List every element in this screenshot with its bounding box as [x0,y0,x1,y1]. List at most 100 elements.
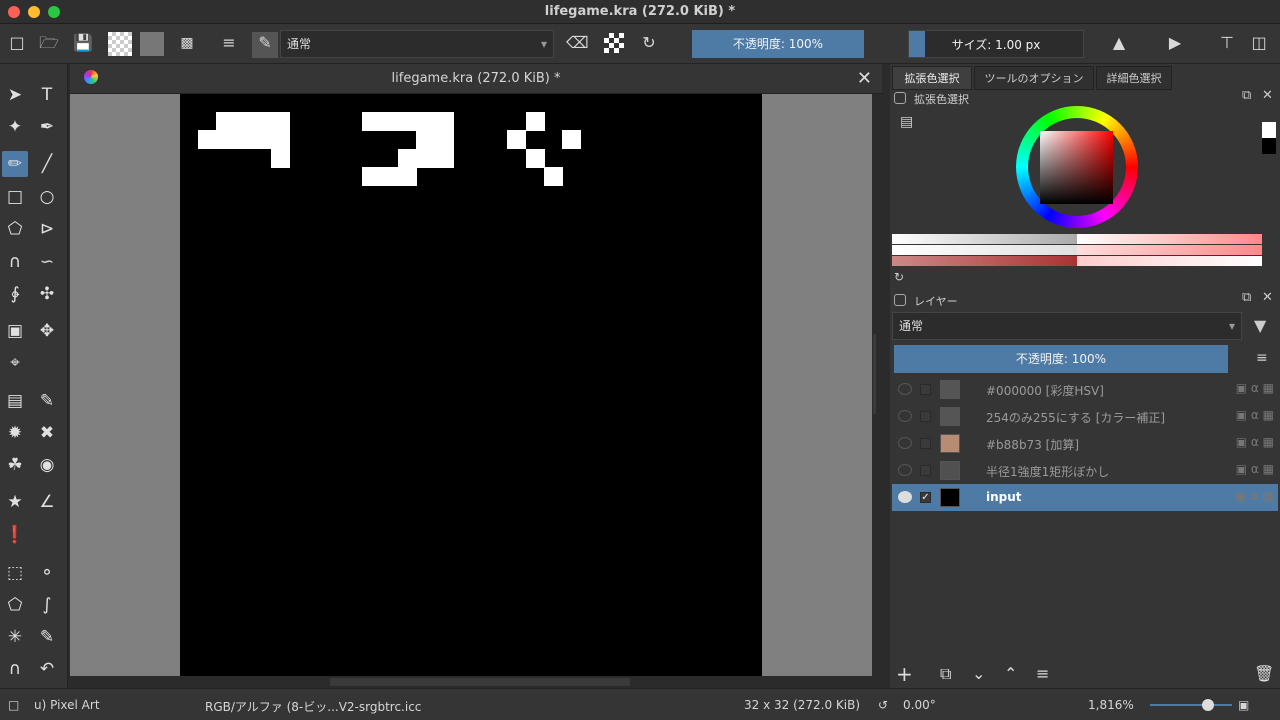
pattern-picker-icon[interactable] [140,32,164,56]
document-tab[interactable]: lifegame.kra (272.0 KiB) * ✕ [70,64,882,94]
smart-patch-tool-icon[interactable]: ✖ [34,420,60,446]
colorize-mask-tool-icon[interactable]: ✹ [2,420,28,446]
reference-images-tool-icon[interactable]: ❗ [2,522,28,548]
visibility-icon[interactable] [898,464,912,476]
rotate-icon[interactable]: ↺ [878,698,888,712]
layer-properties-icon[interactable]: ≡ [1036,664,1049,683]
close-panel-icon[interactable]: ✕ [1262,88,1273,103]
mirror-vertical-icon[interactable]: ▶ [1164,32,1186,54]
layer-opacity-slider[interactable]: 不透明度: 100% [894,345,1228,373]
move-layer-down-icon[interactable]: ⌄ [972,664,985,683]
tab-advanced-color-selector[interactable]: 拡張色選択 [892,66,972,90]
canvas-area[interactable] [70,94,872,676]
new-document-icon[interactable]: □ [6,32,28,54]
dynamic-brush-tool-icon[interactable]: ∲ [2,281,28,307]
duplicate-layer-icon[interactable]: ⧉ [940,664,951,684]
layer-lock-alpha-icons[interactable]: ▣ α ▦ [1236,435,1274,449]
delete-layer-icon[interactable]: 🗑 [1254,664,1274,683]
brush-settings-icon[interactable]: ≡ [218,32,240,54]
gradient-tool-icon[interactable]: ▤ [2,388,28,414]
fullscreen-icon[interactable]: ▣ [1238,698,1249,712]
open-document-icon[interactable]: 🗁 [38,32,60,54]
polyline-tool-icon[interactable]: ⊳ [34,216,60,242]
add-layer-icon[interactable]: + [896,662,913,686]
multibrush-tool-icon[interactable]: ✣ [34,281,60,307]
saturation-value-square[interactable] [1040,131,1113,204]
blend-mode-select[interactable]: 通常 ▾ [280,30,554,58]
float-layers-panel-icon[interactable]: ⧉ [1242,290,1251,305]
layer-lock-alpha-icons[interactable]: ▣ α ▦ [1236,462,1274,476]
select-shapes-tool-icon[interactable]: ➤ [2,82,28,108]
alpha-lock-icon[interactable] [604,33,624,53]
layer-row[interactable]: 254のみ255にする [カラー補正] ▣ α ▦ [892,403,1278,430]
ellipse-select-tool-icon[interactable]: ⚬ [34,560,60,586]
crop-tool-icon[interactable]: ⌖ [2,350,28,376]
brush-preset-name[interactable]: u) Pixel Art [34,698,100,712]
transform-tool-icon[interactable]: ▣ [2,318,28,344]
zoom-slider-handle[interactable] [1202,699,1214,711]
color-history-row-1[interactable] [892,234,1262,244]
layer-checkbox[interactable] [920,465,931,476]
color-settings-icon[interactable]: ▤ [900,114,913,130]
bezier-select-tool-icon[interactable]: ∩ [2,656,28,682]
layer-row[interactable]: #000000 [彩度HSV] ▣ α ▦ [892,376,1278,403]
move-tool-icon[interactable]: ✥ [34,318,60,344]
hue-ring[interactable] [1016,106,1138,228]
magnetic-select-tool-icon[interactable]: ↶ [34,656,60,682]
mirror-horizontal-icon[interactable]: ▲ [1108,32,1130,54]
reload-preset-icon[interactable]: ↻ [638,32,660,54]
layers-lock-icon[interactable] [894,294,906,306]
fill-tool-icon[interactable]: ☘ [2,452,28,478]
wrap-around-icon[interactable]: ⊤ [1216,32,1238,54]
opacity-slider[interactable]: 不透明度: 100% [692,30,864,58]
layer-checkbox[interactable]: ✓ [920,492,931,503]
rect-select-tool-icon[interactable]: ⬚ [2,560,28,586]
close-document-icon[interactable]: ✕ [857,68,872,89]
panel-lock-icon[interactable] [894,92,906,104]
similar-select-tool-icon[interactable]: ✎ [34,624,60,650]
rectangle-tool-icon[interactable]: □ [2,184,28,210]
contiguous-select-tool-icon[interactable]: ✳ [2,624,28,650]
text-tool-icon[interactable]: T [34,82,60,108]
visibility-icon[interactable] [898,410,912,422]
line-tool-icon[interactable]: ╱ [34,151,60,177]
enclose-fill-tool-icon[interactable]: ◉ [34,452,60,478]
calligraphy-tool-icon[interactable]: ✒ [34,114,60,140]
tab-specific-color-selector[interactable]: 詳細色選択 [1096,66,1172,90]
size-slider[interactable]: サイズ: 1.00 px [908,30,1084,58]
freehand-brush-tool-icon[interactable]: ✏ [2,151,28,177]
freehand-select-tool-icon[interactable]: ∫ [34,592,60,618]
refresh-colors-icon[interactable]: ↻ [894,270,904,284]
ellipse-tool-icon[interactable]: ○ [34,184,60,210]
eraser-icon[interactable]: ⌫ [566,32,589,54]
save-icon[interactable]: 💾 [72,32,94,54]
color-history-row-2[interactable] [892,245,1262,255]
layer-row[interactable]: #b88b73 [加算] ▣ α ▦ [892,430,1278,457]
layer-menu-icon[interactable]: ≡ [1256,350,1268,366]
measure-tool-icon[interactable]: ∠ [34,489,60,515]
visibility-icon[interactable] [898,383,912,395]
color-history-row-3[interactable] [892,256,1262,266]
horizontal-scrollbar[interactable] [70,676,882,688]
tab-tool-options[interactable]: ツールのオプション [974,66,1094,90]
horizontal-scroll-handle[interactable] [330,678,630,686]
brush-preset-icon[interactable]: ✎ [252,32,278,58]
layer-checkbox[interactable] [920,411,931,422]
assistant-tool-icon[interactable]: ★ [2,489,28,515]
visibility-icon[interactable] [898,437,912,449]
float-panel-icon[interactable]: ⧉ [1242,88,1251,103]
zoom-slider[interactable] [1150,699,1232,711]
visibility-icon[interactable] [898,491,912,503]
zoom-value[interactable]: 1,816% [1088,698,1134,712]
close-layers-panel-icon[interactable]: ✕ [1262,290,1273,305]
move-layer-up-icon[interactable]: ⌃ [1004,664,1017,683]
gradient-picker-icon[interactable] [108,32,132,56]
layer-row[interactable]: 半径1強度1矩形ぼかし ▣ α ▦ [892,457,1278,484]
freehand-path-tool-icon[interactable]: ∽ [34,249,60,275]
layer-blend-mode-select[interactable]: 通常 ▾ [892,312,1242,340]
rotation-value[interactable]: 0.00° [903,698,936,712]
bezier-tool-icon[interactable]: ∩ [2,249,28,275]
layer-lock-alpha-icons[interactable]: ▣ α ▦ [1236,381,1274,395]
image-canvas[interactable] [180,94,762,676]
polygon-tool-icon[interactable]: ⬠ [2,216,28,242]
